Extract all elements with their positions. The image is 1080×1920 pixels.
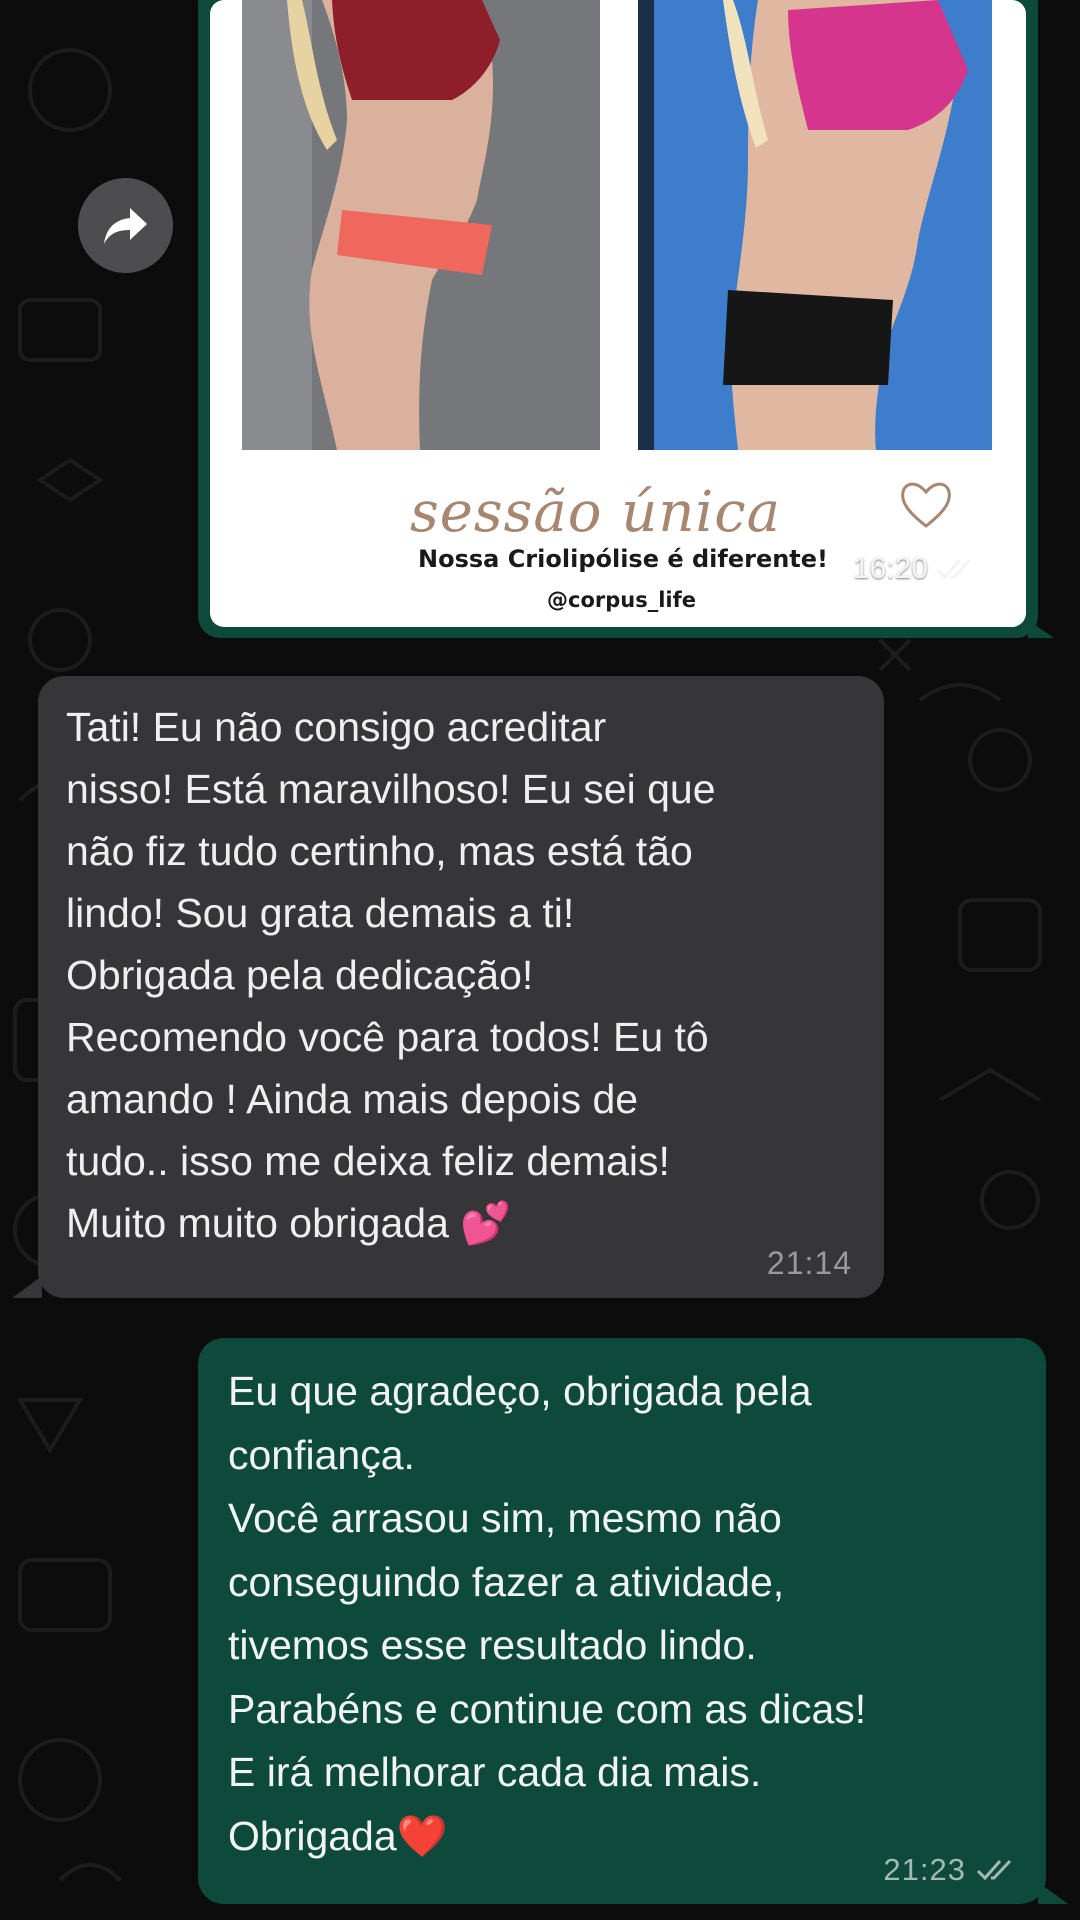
- incoming-message-text: Tati! Eu não consigo acreditar nisso! Es…: [66, 696, 854, 1254]
- message-line: Tati! Eu não consigo acreditar: [66, 704, 607, 750]
- two-hearts-emoji: 💕: [460, 1199, 512, 1247]
- message-line: Parabéns e continue com as dicas!: [228, 1685, 867, 1732]
- heart-outline-icon: [901, 482, 951, 528]
- message-line: E irá melhorar cada dia mais.: [228, 1749, 762, 1795]
- message-line: nisso! Está maravilhoso! Eu sei que: [66, 766, 716, 812]
- message-line: lindo! Sou grata demais a ti!: [66, 890, 575, 936]
- incoming-message-bubble[interactable]: Tati! Eu não consigo acreditar nisso! Es…: [12, 676, 884, 1298]
- message-line: Obrigada pela dedicação!: [66, 952, 534, 998]
- red-heart-emoji: ❤️: [396, 1811, 448, 1860]
- outgoing-message-text: Eu que agradeço, obrigada pela confiança…: [228, 1360, 1016, 1868]
- caption-handle: @corpus_life: [547, 588, 696, 612]
- message-line: Eu que agradeço, obrigada pela: [228, 1368, 812, 1414]
- double-check-icon: [976, 1859, 1012, 1881]
- message-timestamp: 21:23: [883, 1852, 1018, 1888]
- before-photo: [242, 0, 600, 450]
- message-timestamp: 21:14: [766, 1245, 852, 1281]
- timestamp-text: 21:23: [883, 1852, 966, 1887]
- after-photo: [638, 0, 992, 450]
- message-line: amando ! Ainda mais depois de: [66, 1076, 639, 1122]
- message-line: confiança.: [228, 1431, 415, 1478]
- caption-title: sessão única: [410, 480, 782, 545]
- message-line-with-emoji: Muito muito obrigada 💕: [66, 1192, 854, 1254]
- timestamp-text: 16:20: [852, 552, 928, 585]
- outgoing-message-bubble[interactable]: Eu que agradeço, obrigada pela confiança…: [198, 1338, 1068, 1904]
- message-line: Muito muito obrigada: [66, 1200, 449, 1246]
- forward-button[interactable]: [78, 178, 173, 273]
- message-timestamp: 16:20: [853, 552, 978, 586]
- message-line: tivemos esse resultado lindo.: [228, 1622, 757, 1668]
- message-line: Você arrasou sim, mesmo não: [228, 1495, 782, 1541]
- message-line: não fiz tudo certinho, mas está tão: [66, 828, 693, 874]
- message-line: Obrigada: [228, 1812, 397, 1859]
- chat-screen: sessão única Nossa Criolipólise é difere…: [0, 0, 1080, 1920]
- image-message-photo[interactable]: sessão única Nossa Criolipólise é difere…: [210, 0, 1026, 627]
- caption-subtitle: Nossa Criolipólise é diferente!: [418, 545, 829, 573]
- forward-arrow-icon: [103, 207, 147, 244]
- image-message-bubble[interactable]: sessão única Nossa Criolipólise é difere…: [198, 0, 1054, 638]
- message-line: tudo.. isso me deixa feliz demais!: [66, 1138, 670, 1184]
- double-check-icon: [936, 558, 972, 580]
- message-line: conseguindo fazer a atividade,: [228, 1558, 785, 1605]
- message-line: Recomendo você para todos! Eu tô: [66, 1014, 709, 1060]
